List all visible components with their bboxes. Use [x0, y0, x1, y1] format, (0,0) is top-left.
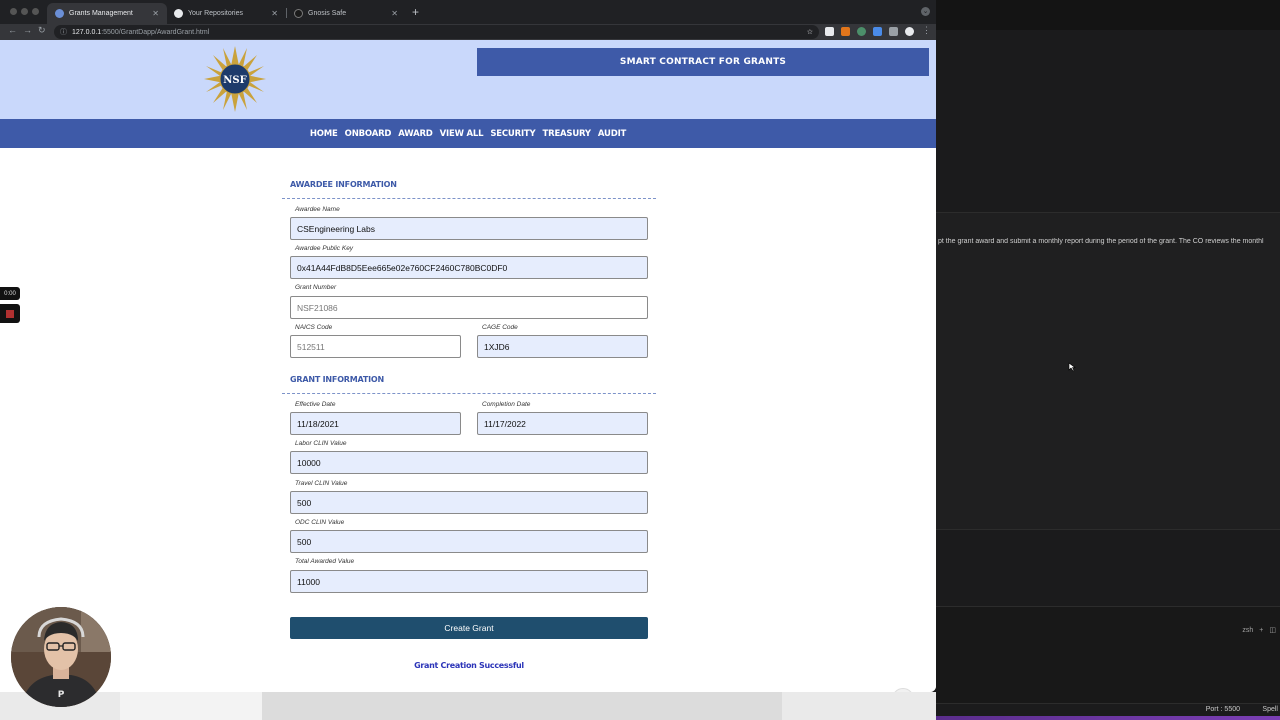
total-awarded-label: Total Awarded Value — [295, 558, 355, 565]
close-tab-icon[interactable]: ✕ — [152, 9, 159, 18]
naics-code-label: NAICS Code — [295, 324, 333, 331]
labor-clin-input[interactable]: 10000 — [290, 451, 648, 474]
extension-icon[interactable] — [857, 27, 866, 36]
recording-timer: 0:00 — [0, 287, 20, 300]
window-minimize-icon[interactable] — [21, 8, 28, 15]
desktop-dock-strip — [0, 692, 936, 720]
effective-date-input[interactable]: 11/18/2021 — [290, 412, 461, 435]
travel-clin-input[interactable]: 500 — [290, 491, 648, 514]
nav-treasury[interactable]: TREASURY — [543, 129, 592, 139]
nav-view-all[interactable]: VIEW ALL — [440, 129, 484, 139]
terminal-shell-label[interactable]: zsh — [1242, 627, 1253, 634]
grant-section-title: GRANT INFORMATION — [290, 375, 385, 384]
main-nav: HOME ONBOARD AWARD VIEW ALL SECURITY TRE… — [0, 119, 936, 148]
tab-search-icon[interactable]: ⌄ — [921, 7, 930, 16]
new-tab-icon[interactable]: + — [412, 5, 419, 19]
forward-icon[interactable]: → — [23, 25, 32, 35]
window-close-icon[interactable] — [10, 8, 17, 15]
markdown-preview-panel — [936, 212, 1280, 530]
awardee-name-input[interactable]: CSEngineering Labs — [290, 217, 648, 240]
tab-title: Your Repositories — [188, 10, 243, 17]
success-message: Grant Creation Successful — [414, 661, 524, 670]
close-tab-icon[interactable]: ✕ — [271, 9, 278, 18]
dock-segment — [120, 692, 262, 720]
completion-date-label: Completion Date — [482, 401, 531, 408]
odc-clin-label: ODC CLIN Value — [295, 519, 345, 526]
reload-icon[interactable]: ↻ — [38, 25, 46, 36]
tab-gnosis-safe[interactable]: Gnosis Safe ✕ — [286, 3, 406, 24]
awardee-name-label: Awardee Name — [295, 206, 340, 213]
odc-clin-input[interactable]: 500 — [290, 530, 648, 553]
nav-audit[interactable]: AUDIT — [598, 129, 626, 139]
browser-window: Grants Management ✕ Your Repositories ✕ … — [0, 0, 936, 692]
stop-icon — [6, 309, 14, 318]
total-awarded-input[interactable]: 11000 — [290, 570, 648, 593]
webcam-overlay: P — [11, 607, 111, 707]
grant-number-label: Grant Number — [295, 284, 337, 291]
page-header: NSF SMART CONTRACT FOR GRANTS — [0, 40, 936, 119]
url-host: 127.0.0.1 — [72, 28, 102, 36]
tab-grants-management[interactable]: Grants Management ✕ — [47, 3, 167, 24]
awardee-key-input[interactable]: 0x41A44FdB8D5Eee665e02e760CF2460C780BC0D… — [290, 256, 648, 279]
cage-code-label: CAGE Code — [482, 324, 518, 331]
close-tab-icon[interactable]: ✕ — [391, 9, 398, 18]
terminal-panel[interactable] — [936, 606, 1280, 706]
extension-icon[interactable] — [873, 27, 882, 36]
awardee-key-label: Awardee Public Key — [295, 245, 354, 252]
page-content: NSF SMART CONTRACT FOR GRANTS HOME ONBOA… — [0, 40, 936, 692]
awardee-section-title: AWARDEE INFORMATION — [290, 180, 397, 189]
add-terminal-icon[interactable]: + — [1259, 627, 1263, 634]
naics-code-input[interactable]: 512511 — [290, 335, 461, 358]
nav-security[interactable]: SECURITY — [490, 129, 535, 139]
info-icon[interactable]: ⓘ — [60, 27, 67, 37]
section-divider — [282, 393, 656, 394]
globe-icon — [55, 9, 64, 18]
effective-date-label: Effective Date — [295, 401, 336, 408]
metamask-icon[interactable] — [841, 27, 850, 36]
gnosis-safe-icon — [294, 9, 303, 18]
live-server-port[interactable]: Port : 5500 — [1206, 706, 1240, 713]
travel-clin-label: Travel CLIN Value — [295, 480, 348, 487]
completion-date-input[interactable]: 11/17/2022 — [477, 412, 648, 435]
tab-title: Grants Management — [69, 10, 133, 17]
labor-clin-label: Labor CLIN Value — [295, 440, 347, 447]
puzzle-icon[interactable] — [889, 27, 898, 36]
terminal-tabs[interactable]: zsh + ◫ — [1242, 624, 1276, 636]
nav-award[interactable]: AWARD — [398, 129, 433, 139]
extension-icon[interactable] — [825, 27, 834, 36]
spell-status[interactable]: Spell — [1262, 706, 1278, 713]
url-path: :5500/GrantDapp/AwardGrant.html — [101, 28, 210, 36]
status-accent — [936, 716, 1280, 720]
help-button[interactable]: ? — [892, 688, 914, 692]
github-icon — [174, 9, 183, 18]
bookmark-star-icon[interactable]: ☆ — [807, 28, 813, 36]
grant-number-input[interactable]: NSF21086 — [290, 296, 648, 319]
address-bar[interactable]: ⓘ 127.0.0.1:5500/GrantDapp/AwardGrant.ht… — [54, 25, 819, 39]
svg-text:P: P — [58, 690, 65, 700]
tab-your-repositories[interactable]: Your Repositories ✕ — [166, 3, 286, 24]
profile-icon[interactable] — [905, 27, 914, 36]
dock-segment — [262, 692, 782, 720]
tab-title: Gnosis Safe — [308, 10, 347, 17]
editor-topbar — [936, 0, 1280, 30]
kebab-menu-icon[interactable]: ⋮ — [922, 25, 931, 36]
svg-text:NSF: NSF — [223, 75, 246, 86]
cage-code-input[interactable]: 1XJD6 — [477, 335, 648, 358]
window-zoom-icon[interactable] — [32, 8, 39, 15]
back-icon[interactable]: ← — [8, 25, 17, 35]
tab-strip: Grants Management ✕ Your Repositories ✕ … — [0, 0, 936, 24]
split-terminal-icon[interactable]: ◫ — [1269, 626, 1276, 634]
stop-recording-button[interactable] — [0, 304, 20, 323]
preview-text: pt the grant award and submit a monthly … — [938, 238, 1264, 245]
section-divider — [282, 198, 656, 199]
nsf-logo: NSF — [204, 46, 266, 112]
site-title: SMART CONTRACT FOR GRANTS — [477, 48, 929, 76]
nav-onboard[interactable]: ONBOARD — [345, 129, 392, 139]
create-grant-button[interactable]: Create Grant — [290, 617, 648, 639]
browser-toolbar: ← → ↻ ⓘ 127.0.0.1:5500/GrantDapp/AwardGr… — [0, 24, 936, 40]
mouse-cursor-icon — [1068, 362, 1076, 372]
nav-home[interactable]: HOME — [310, 129, 338, 139]
